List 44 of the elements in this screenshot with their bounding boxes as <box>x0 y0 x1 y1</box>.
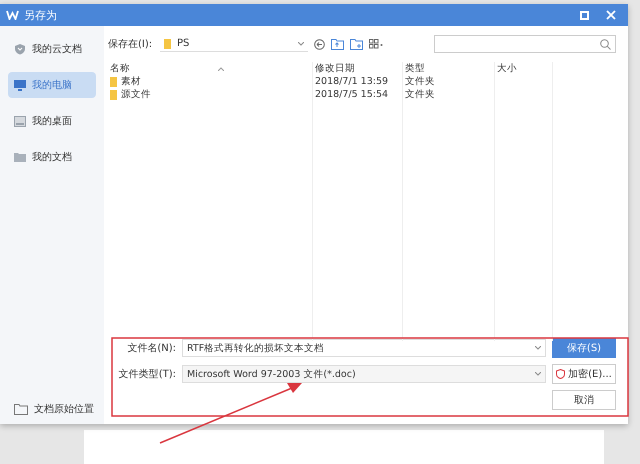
original-location-link[interactable]: 文档原始位置 <box>0 402 104 416</box>
file-name-cell[interactable]: 源文件 <box>108 88 312 101</box>
desktop-icon <box>14 116 26 126</box>
back-icon[interactable] <box>314 38 325 50</box>
close-icon <box>606 10 616 20</box>
sidebar-item[interactable]: 我的云文档 <box>8 36 96 62</box>
caret-icon <box>298 42 304 46</box>
view-grid-icon[interactable] <box>369 39 384 49</box>
location-dropdown[interactable]: PS <box>160 36 308 52</box>
location-label: 保存在(I): <box>108 38 154 51</box>
search-field[interactable] <box>434 35 616 53</box>
app-logo-icon <box>6 10 19 20</box>
shield-icon <box>556 369 566 379</box>
filename-field[interactable]: RTF格式再转化的损坏文本文档 <box>182 339 546 357</box>
shield-icon <box>14 43 26 55</box>
maximize-icon <box>580 10 588 20</box>
filename-label: 文件名(N): <box>126 342 176 355</box>
file-name-cell[interactable]: 素材 <box>108 75 312 88</box>
sidebar-item[interactable]: 我的桌面 <box>8 108 96 134</box>
caret-icon <box>535 372 541 376</box>
folder-icon <box>164 38 171 48</box>
column-header[interactable]: 大小 <box>494 62 552 75</box>
folder-icon <box>14 404 28 414</box>
date-cell: 2018/7/1 13:59 <box>312 75 402 88</box>
monitor-icon <box>14 80 26 90</box>
sort-caret-icon <box>218 66 224 70</box>
column-header[interactable]: 类型 <box>402 62 494 75</box>
date-cell: 2018/7/5 15:54 <box>312 88 402 101</box>
filetype-dropdown[interactable]: Microsoft Word 97-2003 文件(*.doc) <box>182 365 546 383</box>
type-cell: 文件夹 <box>402 88 494 101</box>
sidebar-item[interactable]: 我的文档 <box>8 144 96 170</box>
folder-icon <box>14 152 26 162</box>
column-header[interactable]: 名称 <box>108 62 312 75</box>
save-button[interactable]: 保存(S) <box>552 338 616 358</box>
search-icon <box>600 38 611 50</box>
column-header[interactable]: 修改日期 <box>312 62 402 75</box>
encrypt-button[interactable]: 加密(E)... <box>552 364 616 384</box>
new-folder-icon[interactable] <box>350 38 363 50</box>
folder-up-icon[interactable] <box>331 38 344 50</box>
cancel-button[interactable]: 取消 <box>552 390 616 410</box>
window-title: 另存为 <box>24 8 58 22</box>
filetype-label: 文件类型(T): <box>118 368 176 381</box>
type-cell: 文件夹 <box>402 75 494 88</box>
caret-icon <box>535 346 541 350</box>
